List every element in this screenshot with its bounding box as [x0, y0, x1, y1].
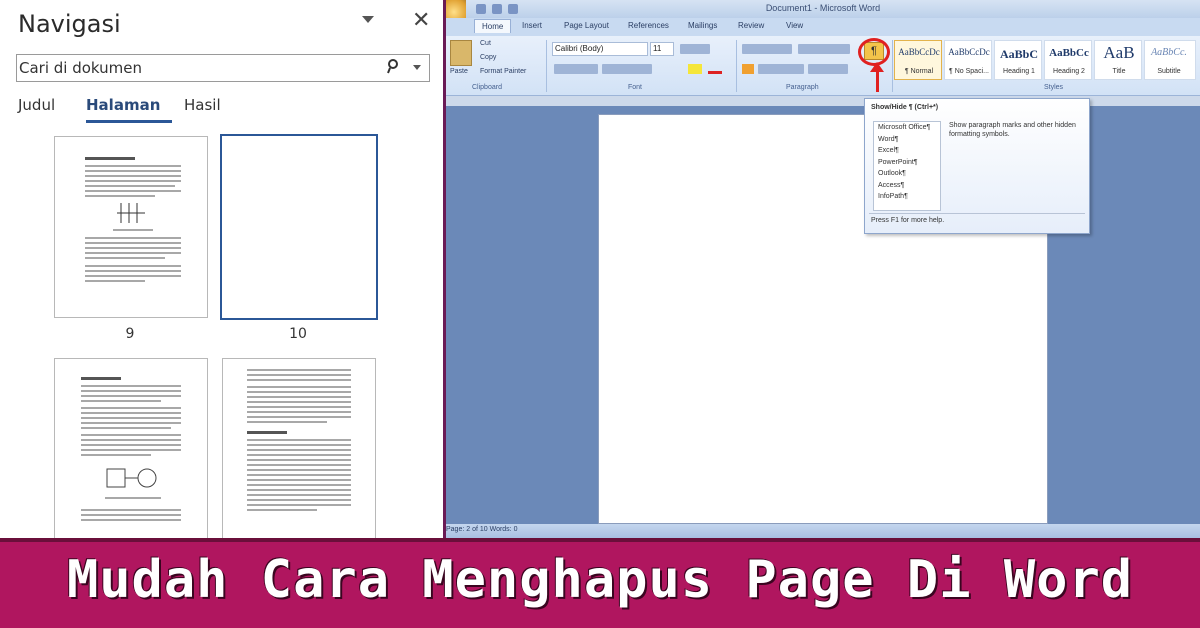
bullets-numbering-icon[interactable]	[742, 44, 792, 54]
navigation-pane: Navigasi ✕ Judul Halaman Hasil	[0, 0, 446, 538]
strikethrough-subscript-icon[interactable]	[602, 64, 652, 74]
group-separator	[546, 40, 547, 92]
preview-line: Word¶	[878, 135, 899, 143]
active-tab-indicator	[86, 120, 172, 123]
alignment-icons[interactable]	[758, 64, 804, 74]
word-window: Document1 - Microsoft Word Home Insert P…	[446, 0, 1200, 538]
redo-icon[interactable]	[508, 4, 518, 14]
style-sample: AaBbCc.	[1151, 47, 1187, 58]
page-thumbnail-9[interactable]	[54, 136, 208, 318]
style-label: Subtitle	[1157, 68, 1181, 75]
tab-page-layout[interactable]: Page Layout	[564, 21, 609, 30]
style-title[interactable]: AaB Title	[1094, 40, 1142, 80]
group-separator	[736, 40, 737, 92]
undo-icon[interactable]	[492, 4, 502, 14]
tooltip-title: Show/Hide ¶ (Ctrl+*)	[871, 104, 939, 111]
highlight-color-icon[interactable]	[688, 64, 702, 74]
style-label: Title	[1112, 68, 1126, 75]
save-icon[interactable]	[476, 4, 486, 14]
tooltip-help: Press F1 for more help.	[871, 217, 945, 224]
search-icon[interactable]	[387, 58, 401, 76]
style-normal[interactable]: AaBbCcDc ¶ Normal	[894, 40, 942, 80]
cut-button[interactable]: Cut	[480, 40, 491, 47]
style-label: ¶ Normal	[904, 68, 934, 75]
style-label: Heading 1	[1003, 68, 1035, 75]
search-box[interactable]	[16, 54, 430, 82]
grow-shrink-font-icon[interactable]	[680, 44, 710, 54]
font-group-label: Font	[628, 84, 643, 91]
tab-review[interactable]: Review	[738, 21, 764, 30]
style-heading-2[interactable]: AaBbCc Heading 2	[1044, 40, 1092, 80]
show-hide-tooltip: Show/Hide ¶ (Ctrl+*) Microsoft Office¶ W…	[864, 98, 1090, 234]
clipboard-group-label: Clipboard	[472, 84, 502, 91]
page-number: 9	[125, 326, 135, 342]
tooltip-description: Show paragraph marks and other hidden fo…	[949, 122, 1076, 138]
indent-sort-icon[interactable]	[798, 44, 850, 54]
close-icon[interactable]: ✕	[412, 8, 430, 33]
style-no-spacing[interactable]: AaBbCcDc ¶ No Spaci...	[944, 40, 992, 80]
search-input[interactable]	[19, 57, 379, 79]
group-separator	[892, 40, 893, 92]
page-thumbnail-11[interactable]	[54, 358, 208, 538]
tab-insert[interactable]: Insert	[522, 21, 542, 30]
font-name-select[interactable]: Calibri (Body)	[552, 42, 648, 56]
preview-line: Excel¶	[878, 147, 899, 154]
navigation-tabs: Judul Halaman Hasil	[18, 96, 438, 126]
window-title: Document1 - Microsoft Word	[765, 3, 881, 13]
style-label: ¶ No Spaci...	[949, 68, 989, 75]
style-sample: AaB	[1103, 43, 1135, 62]
status-bar: Page: 2 of 10 Words: 0	[446, 524, 1200, 538]
tooltip-divider	[869, 213, 1085, 214]
font-color-icon[interactable]	[708, 64, 722, 74]
font-size-select[interactable]: 11	[650, 42, 674, 56]
tab-halaman[interactable]: Halaman	[86, 96, 160, 114]
style-subtitle[interactable]: AaBbCc. Subtitle	[1144, 40, 1196, 80]
title-bar: Document1 - Microsoft Word	[446, 0, 1200, 18]
bold-italic-underline-icon[interactable]	[554, 64, 598, 74]
preview-line: PowerPoint¶	[878, 158, 918, 166]
style-sample: AaBbCc	[1049, 47, 1089, 59]
banner-title: Mudah Cara Menghapus Page Di Word	[66, 550, 1134, 610]
tab-home[interactable]: Home	[474, 19, 512, 33]
navigation-title: Navigasi	[18, 10, 121, 38]
style-sample: AaBbCcDc	[898, 47, 940, 57]
paragraph-group-label: Paragraph	[786, 84, 819, 91]
style-sample: AaBbCcDc	[948, 47, 990, 57]
style-sample: AaBbC	[999, 47, 1038, 61]
preview-line: Outlook¶	[878, 170, 906, 177]
copy-button[interactable]: Copy	[480, 54, 496, 61]
tab-mailings[interactable]: Mailings	[688, 21, 717, 30]
format-painter-button[interactable]: Format Painter	[480, 68, 526, 75]
paste-icon[interactable]	[450, 40, 472, 66]
search-options-chevron-down-icon[interactable]	[413, 65, 421, 70]
style-label: Heading 2	[1053, 68, 1085, 75]
paste-button[interactable]: Paste	[450, 68, 468, 75]
styles-group-label: Styles	[1044, 84, 1064, 91]
ribbon-tabs: Home Insert Page Layout References Maili…	[446, 18, 1200, 36]
preview-line: Microsoft Office¶	[878, 124, 931, 131]
title-banner: Mudah Cara Menghapus Page Di Word	[0, 538, 1200, 628]
shading-borders-icon[interactable]	[808, 64, 848, 74]
tab-judul[interactable]: Judul	[18, 96, 55, 114]
device-diagram-icon	[106, 468, 157, 488]
arrow-shaft	[876, 66, 879, 92]
preview-line: InfoPath¶	[878, 193, 908, 200]
style-heading-1[interactable]: AaBbC Heading 1	[994, 40, 1042, 80]
page-thumbnail-10[interactable]	[220, 134, 378, 320]
status-text: Page: 2 of 10 Words: 0	[446, 526, 518, 533]
circuit-diagram-icon	[117, 203, 145, 223]
preview-line: Access¶	[878, 181, 905, 189]
page-number: 10	[289, 326, 307, 342]
tab-view[interactable]: View	[786, 21, 803, 30]
page-thumbnail-12[interactable]	[222, 358, 376, 538]
tab-hasil[interactable]: Hasil	[184, 96, 221, 114]
pane-options-chevron-down-icon[interactable]	[362, 16, 374, 23]
align-left-icon[interactable]	[742, 64, 754, 74]
tab-references[interactable]: References	[628, 21, 669, 30]
tooltip-preview: Microsoft Office¶ Word¶ Excel¶ PowerPoin…	[873, 121, 941, 211]
